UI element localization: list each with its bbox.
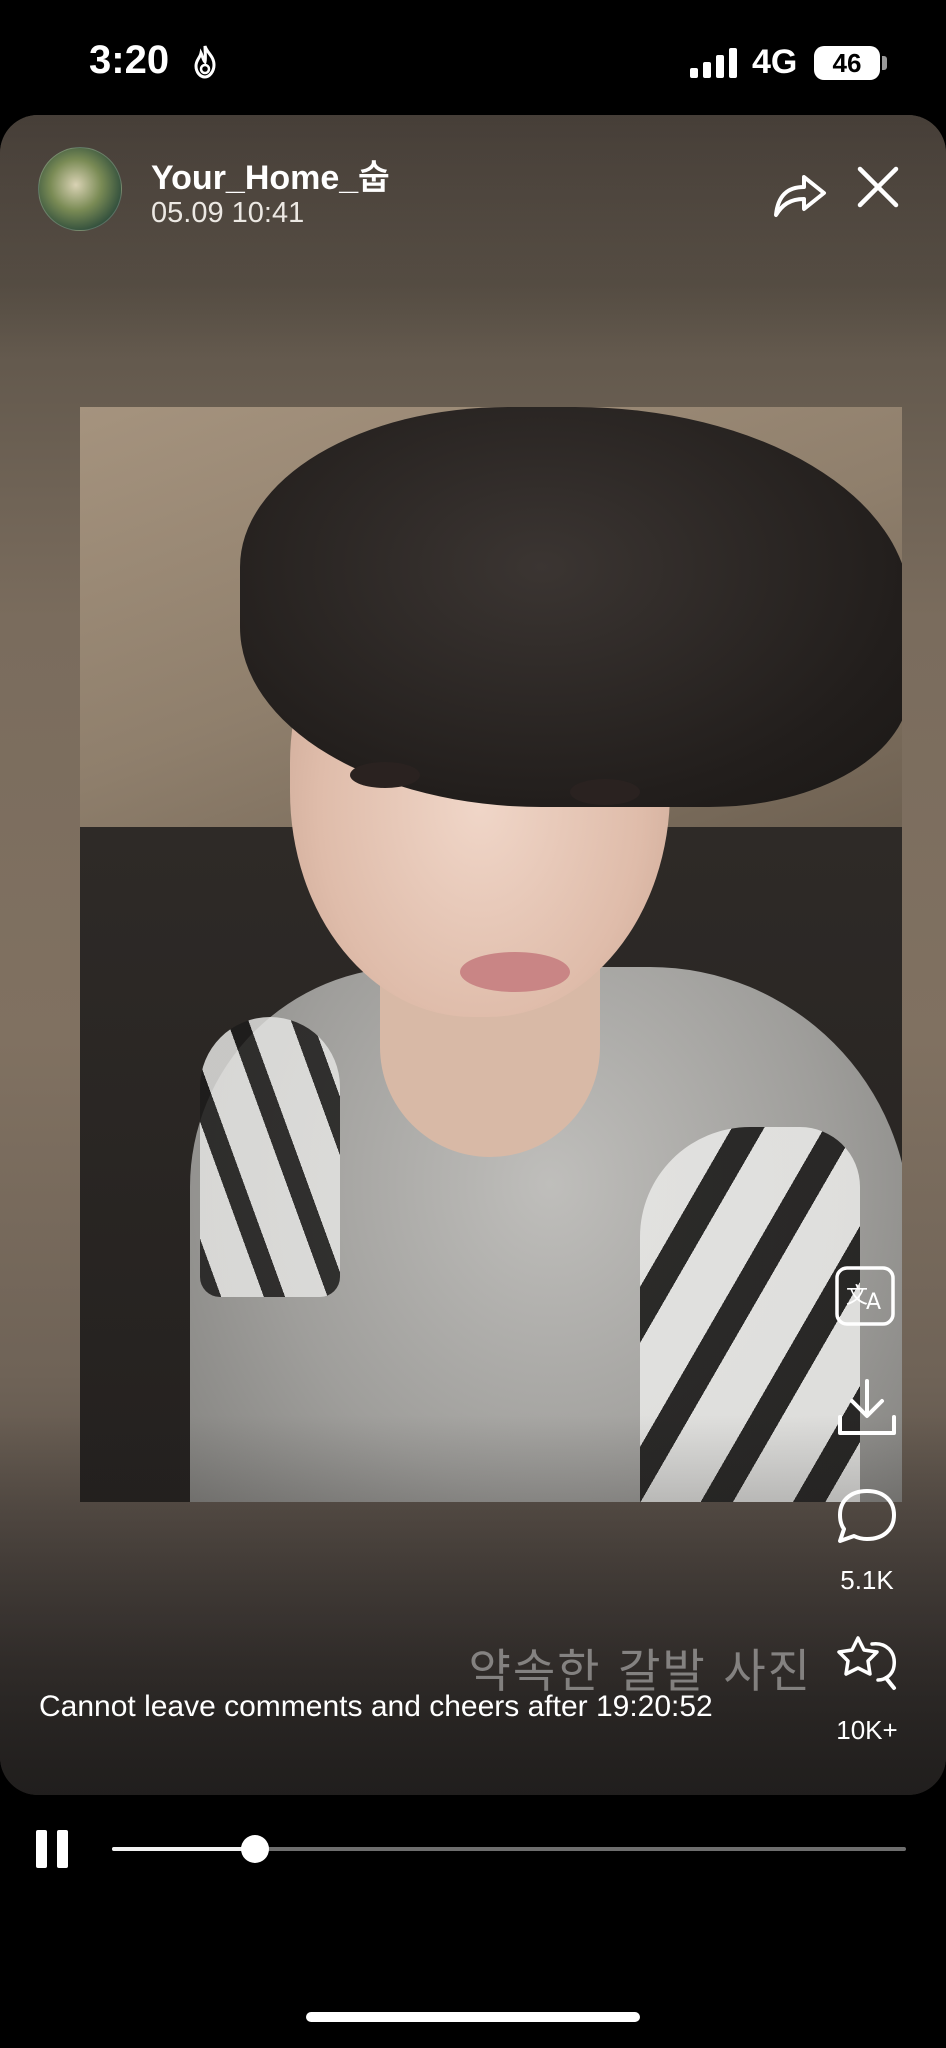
status-time: 3:20 <box>89 38 170 82</box>
flame-icon <box>194 45 216 79</box>
cheer-count: 10K+ <box>836 1715 898 1745</box>
battery-indicator: 46 <box>814 46 880 80</box>
share-icon[interactable] <box>770 165 830 221</box>
cheer-icon[interactable] <box>832 1630 902 1694</box>
photo-hair <box>240 407 902 807</box>
pause-icon[interactable] <box>36 1830 70 1868</box>
translate-icon[interactable]: 文 A <box>832 1265 902 1327</box>
username[interactable]: Your_Home_숩 <box>151 150 389 199</box>
progress-thumb[interactable] <box>240 1835 269 1863</box>
status-bar: 3:20 4G 46 <box>0 0 946 115</box>
photo-eye-left <box>350 762 420 788</box>
post-date: 05.09 10:41 <box>151 197 305 229</box>
story-header: Your_Home_숩 05.09 10:41 <box>0 115 946 255</box>
story-card[interactable]: 약속한 갈발 사진 Your_Home_숩 05.09 10:41 文 A 5.… <box>0 115 946 1795</box>
card-shade-bottom <box>0 1415 946 1795</box>
photo-hoodie-pattern-left <box>200 1017 340 1297</box>
network-type: 4G <box>752 43 798 81</box>
photo-lips <box>460 952 570 992</box>
photo-eye-right <box>570 779 640 805</box>
battery-tip <box>882 56 887 70</box>
progress-fill <box>112 1847 255 1851</box>
svg-text:文: 文 <box>846 1284 868 1309</box>
avatar[interactable] <box>38 147 122 231</box>
progress-bar[interactable] <box>112 1835 906 1863</box>
signal-icon <box>690 48 737 78</box>
story-viewer-screen: 3:20 4G 46 약속한 갈발 사진 Your_Home_숩 05.09 1… <box>0 0 946 2048</box>
home-indicator[interactable] <box>306 2012 640 2022</box>
download-icon[interactable] <box>832 1377 902 1439</box>
close-icon[interactable] <box>856 165 900 209</box>
svg-text:A: A <box>866 1290 881 1315</box>
comment-count: 5.1K <box>840 1565 894 1595</box>
story-photo[interactable] <box>80 407 902 1502</box>
comment-icon[interactable] <box>832 1485 902 1547</box>
comment-notice: Cannot leave comments and cheers after 1… <box>39 1690 713 1723</box>
